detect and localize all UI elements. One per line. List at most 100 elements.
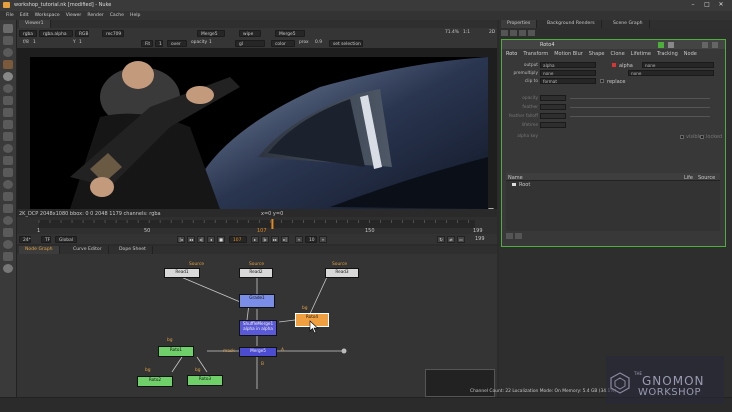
menu-workspace[interactable]: Workspace xyxy=(35,13,60,18)
tab-viewer1[interactable]: Viewer1 xyxy=(19,20,51,28)
settings-tool-icon[interactable] xyxy=(3,264,13,273)
first-frame-button[interactable]: |◂ xyxy=(177,235,185,243)
color-dropdown[interactable]: color xyxy=(271,39,295,47)
tf-dropdown[interactable]: TF xyxy=(41,235,51,243)
zoom-readout[interactable]: 71.4% xyxy=(445,30,459,35)
layer-dropdown[interactable]: rgba.alpha xyxy=(39,29,73,37)
transform-tool-icon[interactable] xyxy=(3,120,13,129)
filter-tool-icon[interactable] xyxy=(3,84,13,93)
tab-dope-sheet[interactable]: Dope Sheet xyxy=(113,246,153,254)
shufflemerge1-node[interactable]: ShuffleMerge1 alpha in alpha xyxy=(239,320,277,336)
menu-edit[interactable]: Edit xyxy=(20,13,29,18)
fps-field[interactable]: 24* xyxy=(19,235,31,243)
tab-motion-blur[interactable]: Motion Blur xyxy=(554,51,583,57)
feather-slider[interactable] xyxy=(570,107,710,108)
close-panel-icon[interactable] xyxy=(712,41,718,48)
maximize-button[interactable]: □ xyxy=(700,1,714,8)
feather-field[interactable] xyxy=(540,104,566,110)
fstop-value[interactable]: 1 xyxy=(33,40,36,45)
timeline[interactable]: 1 50 107 150 199 xyxy=(17,217,497,234)
float-panel-icon[interactable] xyxy=(702,41,708,48)
time-tool-icon[interactable] xyxy=(3,48,13,57)
gamma-value[interactable]: 1 xyxy=(79,40,82,45)
tab-lifetime[interactable]: Lifetime xyxy=(631,51,651,57)
tab-transform[interactable]: Transform xyxy=(523,51,548,57)
lut-dropdown[interactable]: rec709 xyxy=(102,29,124,37)
play-backward-button[interactable]: ◂ xyxy=(207,235,215,243)
stop-button[interactable]: ■ xyxy=(217,235,225,243)
b-input-dropdown[interactable]: Merge5 xyxy=(275,29,305,37)
tab-properties[interactable]: Properties xyxy=(501,20,538,28)
merge-tool-icon[interactable] xyxy=(3,108,13,117)
viewer-canvas[interactable] xyxy=(17,48,497,216)
image-tool-icon[interactable] xyxy=(3,24,13,33)
menu-cache[interactable]: Cache xyxy=(110,13,124,18)
loop-icon[interactable]: ↻ xyxy=(437,235,445,243)
column-source[interactable]: Source xyxy=(698,175,715,181)
wipe-mode-dropdown[interactable]: wipe xyxy=(239,29,261,37)
cache-icon[interactable]: ▭ xyxy=(457,235,465,243)
color-tool-icon[interactable] xyxy=(3,72,13,81)
channels-dropdown[interactable]: rgba xyxy=(19,29,37,37)
next-keyframe-button[interactable]: ▸▸ xyxy=(271,235,279,243)
a-input-dropdown[interactable]: Merge5 xyxy=(197,29,225,37)
air-tool-icon[interactable] xyxy=(3,252,13,261)
composite-mode-dropdown[interactable]: over xyxy=(167,39,187,47)
furnace-tool-icon[interactable] xyxy=(3,216,13,225)
node-name-field[interactable]: Roto4 xyxy=(540,42,555,48)
replace-checkbox[interactable] xyxy=(600,79,604,83)
node-color-icon[interactable] xyxy=(658,41,664,48)
deep-tool-icon[interactable] xyxy=(3,180,13,189)
minimize-button[interactable]: – xyxy=(686,1,700,8)
close-button[interactable]: ✕ xyxy=(714,1,728,8)
opacity-field[interactable] xyxy=(540,95,566,101)
clip-to-dropdown[interactable]: format xyxy=(540,78,596,84)
alpha-checkbox[interactable] xyxy=(612,63,616,67)
view-mode-readout[interactable]: 2D xyxy=(489,30,495,35)
tab-roto[interactable]: Roto xyxy=(506,51,517,57)
opacity-value[interactable]: 1 xyxy=(209,40,212,45)
tab-background-renders[interactable]: Background Renders xyxy=(541,20,602,28)
last-frame-button[interactable]: ▸| xyxy=(281,235,289,243)
ofx-tool-icon[interactable] xyxy=(3,228,13,237)
draw-tool-icon[interactable] xyxy=(3,36,13,45)
add-layer-icon[interactable] xyxy=(506,233,513,239)
visible-checkbox[interactable] xyxy=(680,135,684,139)
grade1-node[interactable]: Grade1 xyxy=(239,294,275,308)
feather-falloff-slider[interactable] xyxy=(570,116,710,117)
shape-list[interactable]: Root xyxy=(506,181,720,231)
roto2-node[interactable]: Roto2 xyxy=(137,376,173,387)
prev-frame-button[interactable]: ◂| xyxy=(197,235,205,243)
proxy-dropdown[interactable]: 1 xyxy=(155,39,163,47)
merge5-node[interactable]: Merge5 xyxy=(239,347,277,357)
gl-dropdown[interactable]: gl xyxy=(235,39,265,47)
premultiply-dropdown[interactable]: none xyxy=(540,70,596,76)
selection-dropdown[interactable]: set selection xyxy=(329,39,363,47)
menu-render[interactable]: Render xyxy=(87,13,103,18)
bounce-icon[interactable]: ⇄ xyxy=(447,235,455,243)
display-channel-dropdown[interactable]: RGB xyxy=(75,29,89,37)
range-dropdown[interactable]: Global xyxy=(55,235,77,243)
particles-tool-icon[interactable] xyxy=(3,168,13,177)
output-none-dropdown[interactable]: none xyxy=(642,62,714,68)
root-layer-item[interactable]: Root xyxy=(519,182,530,188)
tab-node[interactable]: Node xyxy=(684,51,697,57)
other-tool-icon[interactable] xyxy=(3,204,13,213)
tab-node-graph[interactable]: Node Graph xyxy=(19,246,60,254)
tab-tracking[interactable]: Tracking xyxy=(657,51,678,57)
menu-viewer[interactable]: Viewer xyxy=(66,13,82,18)
column-name[interactable]: Name xyxy=(508,175,523,181)
metadata-tool-icon[interactable] xyxy=(3,156,13,165)
next-frame-button[interactable]: |▸ xyxy=(261,235,269,243)
float-icon[interactable] xyxy=(519,30,526,36)
read1-node[interactable]: Read1 xyxy=(164,268,200,278)
read3-node[interactable]: Read3 xyxy=(325,268,359,278)
zoom-dropdown[interactable]: Fit xyxy=(141,39,153,47)
tab-shape[interactable]: Shape xyxy=(589,51,605,57)
skip-forward-button[interactable]: » xyxy=(319,235,327,243)
3d-tool-icon[interactable] xyxy=(3,132,13,141)
prev-keyframe-button[interactable]: ◂◂ xyxy=(187,235,195,243)
opacity-slider[interactable] xyxy=(570,98,710,99)
output-dropdown[interactable]: alpha xyxy=(540,62,596,68)
ratio-readout[interactable]: 1:1 xyxy=(463,30,470,35)
